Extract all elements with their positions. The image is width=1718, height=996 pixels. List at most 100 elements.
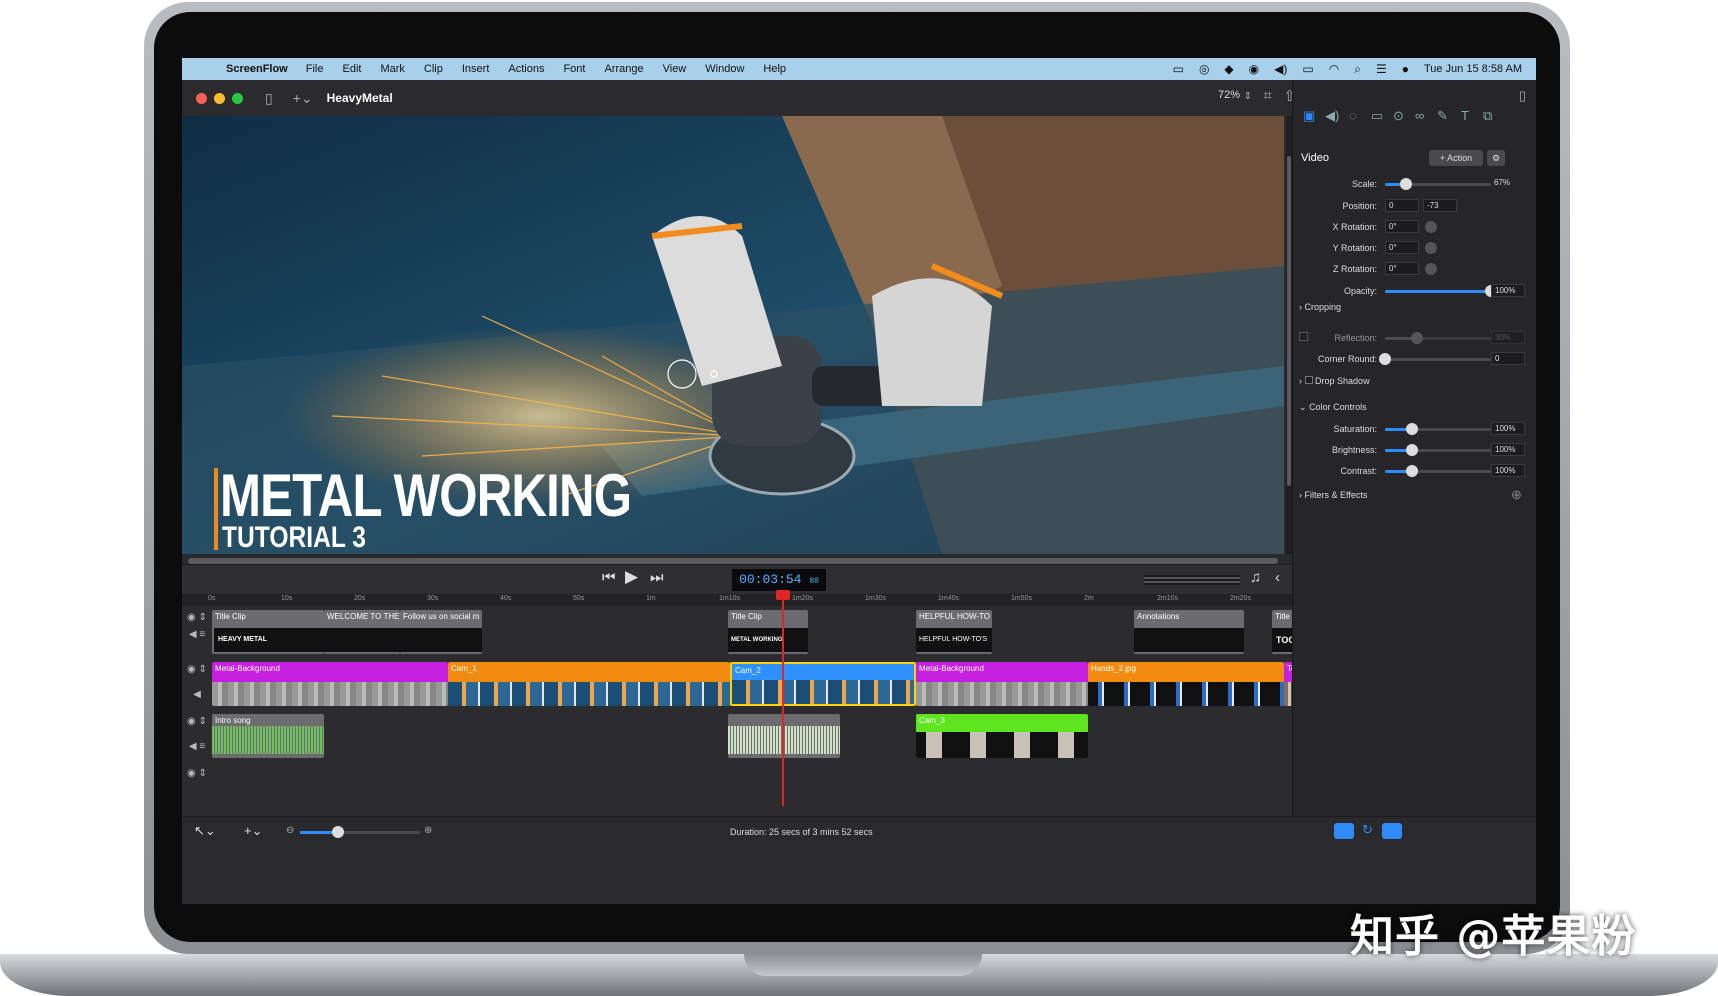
drop-shadow-checkbox[interactable] <box>1304 376 1313 384</box>
timeline-clip[interactable]: Metal-Background <box>916 662 1088 706</box>
timeline-zoom-slider[interactable] <box>300 826 420 838</box>
filters-effects-section[interactable]: › Filters & Effects <box>1299 490 1367 500</box>
reflection-slider[interactable] <box>1385 332 1491 344</box>
z-rotation-field[interactable]: 0° <box>1385 262 1419 275</box>
timeline-audio-clip[interactable] <box>728 714 840 758</box>
play-icon[interactable]: ▶ <box>625 567 638 587</box>
menu-window[interactable]: Window <box>705 63 744 75</box>
menu-edit[interactable]: Edit <box>342 63 361 75</box>
drop-shadow-section[interactable]: › Drop Shadow <box>1299 376 1370 386</box>
headphones-icon[interactable]: ♫ <box>1250 569 1261 586</box>
y-rotation-dial[interactable] <box>1425 242 1437 254</box>
visibility-eye-icon[interactable]: ◉ ⇕ <box>182 716 212 727</box>
crop-icon[interactable]: ⌗ <box>1264 87 1272 104</box>
scale-value[interactable]: 67% <box>1491 177 1521 190</box>
timeline-clip[interactable]: Cam_1 <box>448 662 730 706</box>
contrast-value[interactable]: 100% <box>1491 464 1525 477</box>
timeline-clip[interactable]: Title Clip METAL WORKING <box>728 610 808 654</box>
timeline-clip-selected[interactable]: Cam_2 <box>730 662 916 706</box>
video-title-line2[interactable]: TUTORIAL 3 <box>222 521 366 554</box>
zoom-out-icon[interactable]: ⊖ <box>286 825 294 836</box>
annotations-icon[interactable]: ∞ <box>1415 108 1424 123</box>
pen-icon[interactable]: ✎ <box>1437 108 1448 124</box>
reflection-checkbox[interactable] <box>1299 332 1308 341</box>
opacity-value[interactable]: 100% <box>1491 284 1525 297</box>
menu-insert[interactable]: Insert <box>462 63 490 75</box>
timeline-clip[interactable]: Follow us on social m <box>400 610 482 654</box>
minimize-window-button[interactable] <box>214 92 225 104</box>
audio-mute-icon[interactable]: ◀ <box>182 689 212 700</box>
menu-actions[interactable]: Actions <box>508 63 544 75</box>
menu-font[interactable]: Font <box>563 63 585 75</box>
y-rotation-field[interactable]: 0° <box>1385 241 1419 254</box>
position-y-field[interactable]: -73 <box>1423 199 1457 212</box>
x-rotation-field[interactable]: 0° <box>1385 220 1419 233</box>
ripple-toggle-icon[interactable] <box>1382 823 1402 839</box>
timeline-clip[interactable]: Annotations <box>1134 610 1244 654</box>
playhead-handle[interactable] <box>776 590 790 600</box>
audio-properties-icon[interactable]: ◀) <box>1325 108 1339 124</box>
menu-view[interactable]: View <box>663 63 687 75</box>
snap-toggle-icon[interactable] <box>1334 823 1354 839</box>
app-menu[interactable]: ScreenFlow <box>226 63 288 75</box>
wifi-icon[interactable]: ◠ <box>1329 62 1339 76</box>
volume-icon[interactable]: ◀) <box>1274 62 1287 76</box>
visibility-eye-icon[interactable]: ◉ ⇕ <box>182 768 212 779</box>
timeline-clip[interactable]: HELPFUL HOW-TO HELPFUL HOW-TO'S <box>916 610 992 654</box>
timeline-clip[interactable]: Metal-Background <box>212 662 448 706</box>
settings-icon[interactable]: ⚙ <box>1487 150 1505 166</box>
corner-round-value[interactable]: 0 <box>1491 352 1525 365</box>
zoom-level[interactable]: 72% <box>1218 89 1240 101</box>
rewind-icon[interactable]: ⏮ <box>602 569 616 586</box>
audio-mute-icon[interactable]: ◀ ≡ <box>182 629 212 640</box>
timeline-clip[interactable]: Cam_3 <box>916 714 1088 758</box>
saturation-slider[interactable] <box>1385 423 1491 435</box>
timeline-clip[interactable]: Title Clip HEAVY METAL <box>212 610 324 654</box>
menu-mark[interactable]: Mark <box>380 63 404 75</box>
battery-icon[interactable]: ▭ <box>1302 62 1313 76</box>
reflection-value[interactable]: 30% <box>1491 331 1525 344</box>
zoom-stepper-icon[interactable]: ⇕ <box>1244 91 1252 102</box>
menu-arrange[interactable]: Arrange <box>604 63 643 75</box>
opacity-slider[interactable] <box>1385 285 1497 297</box>
pointer-tool-icon[interactable]: ↖⌄ <box>194 823 216 839</box>
dropbox-icon[interactable]: ◆ <box>1224 62 1233 76</box>
brightness-slider[interactable] <box>1385 444 1491 456</box>
loop-icon[interactable]: ↻ <box>1362 822 1373 838</box>
z-rotation-dial[interactable] <box>1425 263 1437 275</box>
close-window-button[interactable] <box>196 92 207 104</box>
cropping-section[interactable]: › Cropping <box>1299 302 1341 312</box>
callout-icon[interactable]: ▭ <box>1371 108 1383 124</box>
video-canvas[interactable]: METAL WORKING TUTORIAL 3 <box>182 116 1284 554</box>
add-track-icon[interactable]: +⌄ <box>244 823 262 839</box>
visibility-eye-icon[interactable]: ◉ ⇕ <box>182 612 212 623</box>
color-controls-section[interactable]: ⌄ Color Controls <box>1299 402 1367 413</box>
x-rotation-dial[interactable] <box>1425 221 1437 233</box>
position-x-field[interactable]: 0 <box>1385 199 1419 212</box>
screenflow-status-icon[interactable]: ◎ <box>1199 62 1209 76</box>
menu-file[interactable]: File <box>306 63 324 75</box>
timeline-audio-clip[interactable]: Intro song <box>212 714 324 758</box>
add-media-icon[interactable]: +⌄ <box>293 90 313 107</box>
text-icon[interactable]: T <box>1461 108 1469 123</box>
timeline-clip[interactable]: Hands_2.jpg <box>1088 662 1284 706</box>
timeline-clip[interactable]: WELCOME TO THE <box>324 610 400 654</box>
brightness-value[interactable]: 100% <box>1491 443 1525 456</box>
fast-forward-icon[interactable]: ⏭ <box>650 569 664 586</box>
corner-round-slider[interactable] <box>1379 353 1491 365</box>
video-title-line1[interactable]: METAL WORKING <box>220 461 632 530</box>
cc-icon[interactable]: ◉ <box>1249 62 1259 76</box>
playhead[interactable] <box>782 594 784 806</box>
saturation-value[interactable]: 100% <box>1491 422 1525 435</box>
camera-status-icon[interactable]: ▭ <box>1173 62 1184 76</box>
touch-callout-icon[interactable]: ⊙ <box>1393 108 1404 124</box>
scale-slider[interactable] <box>1385 178 1491 190</box>
search-icon[interactable]: ⌕ <box>1354 62 1361 77</box>
audio-mute-icon[interactable]: ◀ ≡ <box>182 741 212 752</box>
zoom-window-button[interactable] <box>232 92 243 104</box>
control-center-icon[interactable]: ☰ <box>1376 62 1387 76</box>
menu-clip[interactable]: Clip <box>424 63 443 75</box>
add-filter-icon[interactable]: ⊕ <box>1511 487 1522 503</box>
sidebar-toggle-icon[interactable]: ▯ <box>265 90 273 107</box>
zoom-in-icon[interactable]: ⊕ <box>424 825 432 836</box>
